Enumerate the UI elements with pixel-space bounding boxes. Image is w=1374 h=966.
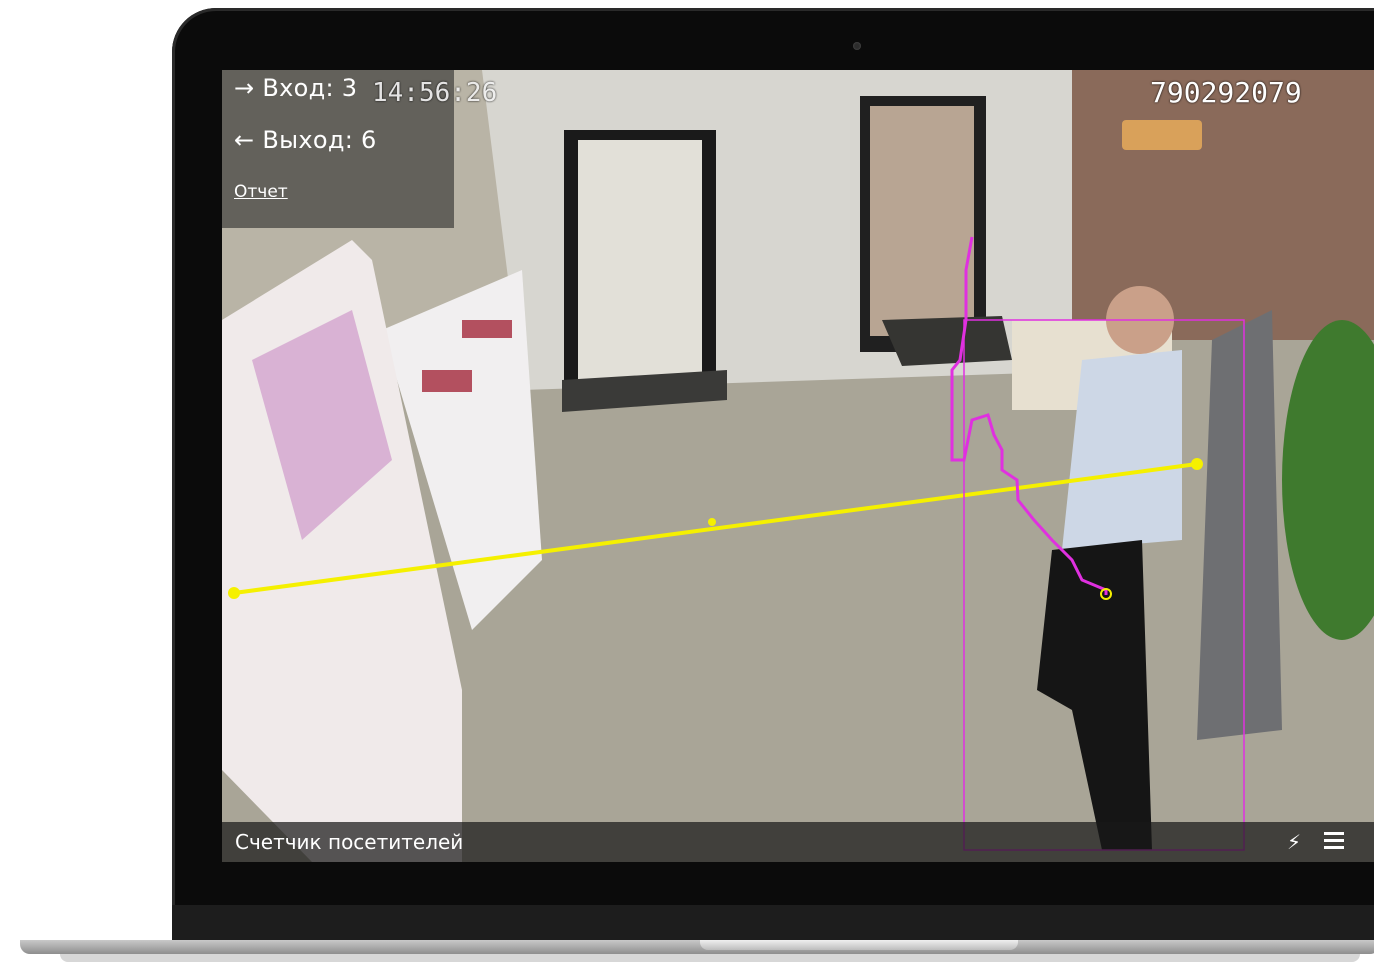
exit-count: ← Выход: 6 — [234, 126, 377, 154]
right-doormat — [882, 316, 1012, 366]
turnstile-display — [422, 370, 472, 392]
lightning-icon[interactable]: ⚡ — [1282, 828, 1306, 856]
left-door-opening — [578, 140, 702, 390]
pendant-lamp — [1122, 120, 1202, 150]
counting-line-mid-marker — [708, 518, 716, 526]
hamburger-menu-icon[interactable] — [1324, 832, 1344, 852]
laptop-shadow — [60, 954, 1360, 962]
counting-line-start-handle[interactable] — [228, 587, 240, 599]
webcam-dot — [853, 42, 861, 50]
counting-line-end-handle[interactable] — [1191, 458, 1203, 470]
person-shirt — [1062, 350, 1182, 550]
video-screen: → Вход: 3 ← Выход: 6 Отчет 14:56:26 7902… — [222, 70, 1374, 862]
bottom-bar: Счетчик посетителей ⚡ — [222, 822, 1374, 862]
report-link[interactable]: Отчет — [234, 182, 288, 202]
laptop-base-notch — [700, 940, 1018, 950]
laptop-chin — [172, 905, 1374, 945]
laptop-base — [20, 940, 1374, 954]
camera-id: 790292079 — [1150, 76, 1302, 109]
camera-title: Счетчик посетителей — [235, 830, 464, 854]
entry-count: → Вход: 3 — [234, 74, 358, 102]
turnstile-display-2 — [462, 320, 512, 338]
right-door-opening — [870, 106, 974, 336]
camera-timestamp: 14:56:26 — [372, 78, 498, 108]
